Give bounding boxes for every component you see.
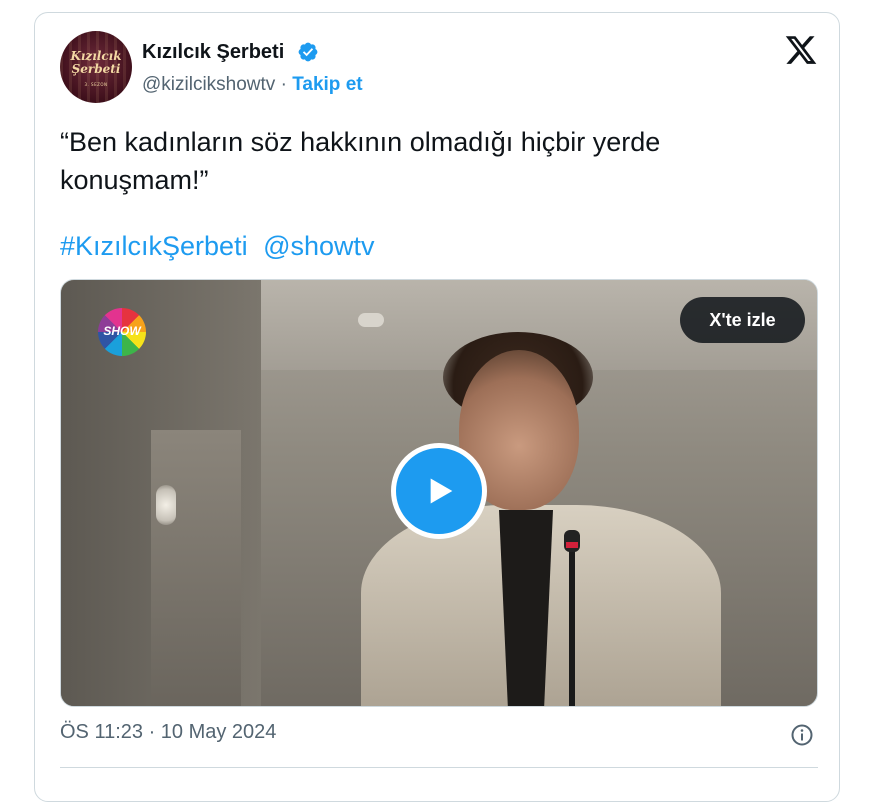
account-handle-row: @kizilcikshowtv · Takip et [142, 74, 363, 96]
info-icon[interactable] [790, 723, 814, 747]
account-handle[interactable]: @kizilcikshowtv [142, 74, 275, 95]
tweet-timestamp[interactable]: ÖS 11:23 · 10 May 2024 [60, 721, 276, 744]
avatar-logo: Kızılcık Şerbeti [60, 50, 132, 76]
x-logo-icon[interactable] [784, 33, 818, 67]
video-scene-lamp [156, 485, 176, 525]
avatar-logo-line2: Şerbeti [71, 62, 121, 76]
avatar-season-label: 3. SEZON [84, 82, 108, 87]
watch-on-x-button[interactable]: X'te izle [680, 297, 805, 343]
video-mic-stand [569, 545, 575, 706]
mention-link[interactable]: @showtv [263, 231, 374, 261]
tweet-tags: #KızılcıkŞerbeti @showtv [60, 227, 375, 265]
tweet-card: Kızılcık Şerbeti 3. SEZON Kızılcık Şerbe… [34, 12, 840, 802]
video-scene-panel [151, 430, 241, 706]
footer-divider [60, 767, 818, 768]
show-tv-logo-text: SHOW [103, 324, 141, 338]
show-tv-logo: SHOW [98, 308, 146, 356]
handle-separator: · [280, 74, 287, 95]
tweet-text: “Ben kadınların söz hakkının olmadığı hi… [60, 127, 661, 195]
play-icon [430, 478, 453, 504]
video-scene-sensor [358, 313, 384, 327]
follow-button[interactable]: Takip et [292, 74, 362, 95]
video-mic-head [564, 530, 580, 552]
play-button[interactable] [391, 443, 487, 539]
avatar[interactable]: Kızılcık Şerbeti 3. SEZON [60, 31, 132, 103]
verified-badge-icon [298, 42, 318, 62]
video-mic-tip [566, 542, 578, 548]
hashtag-link[interactable]: #KızılcıkŞerbeti [60, 231, 248, 261]
account-name[interactable]: Kızılcık Şerbeti [142, 41, 284, 64]
video-player[interactable]: SHOW X'te izle [60, 279, 818, 707]
